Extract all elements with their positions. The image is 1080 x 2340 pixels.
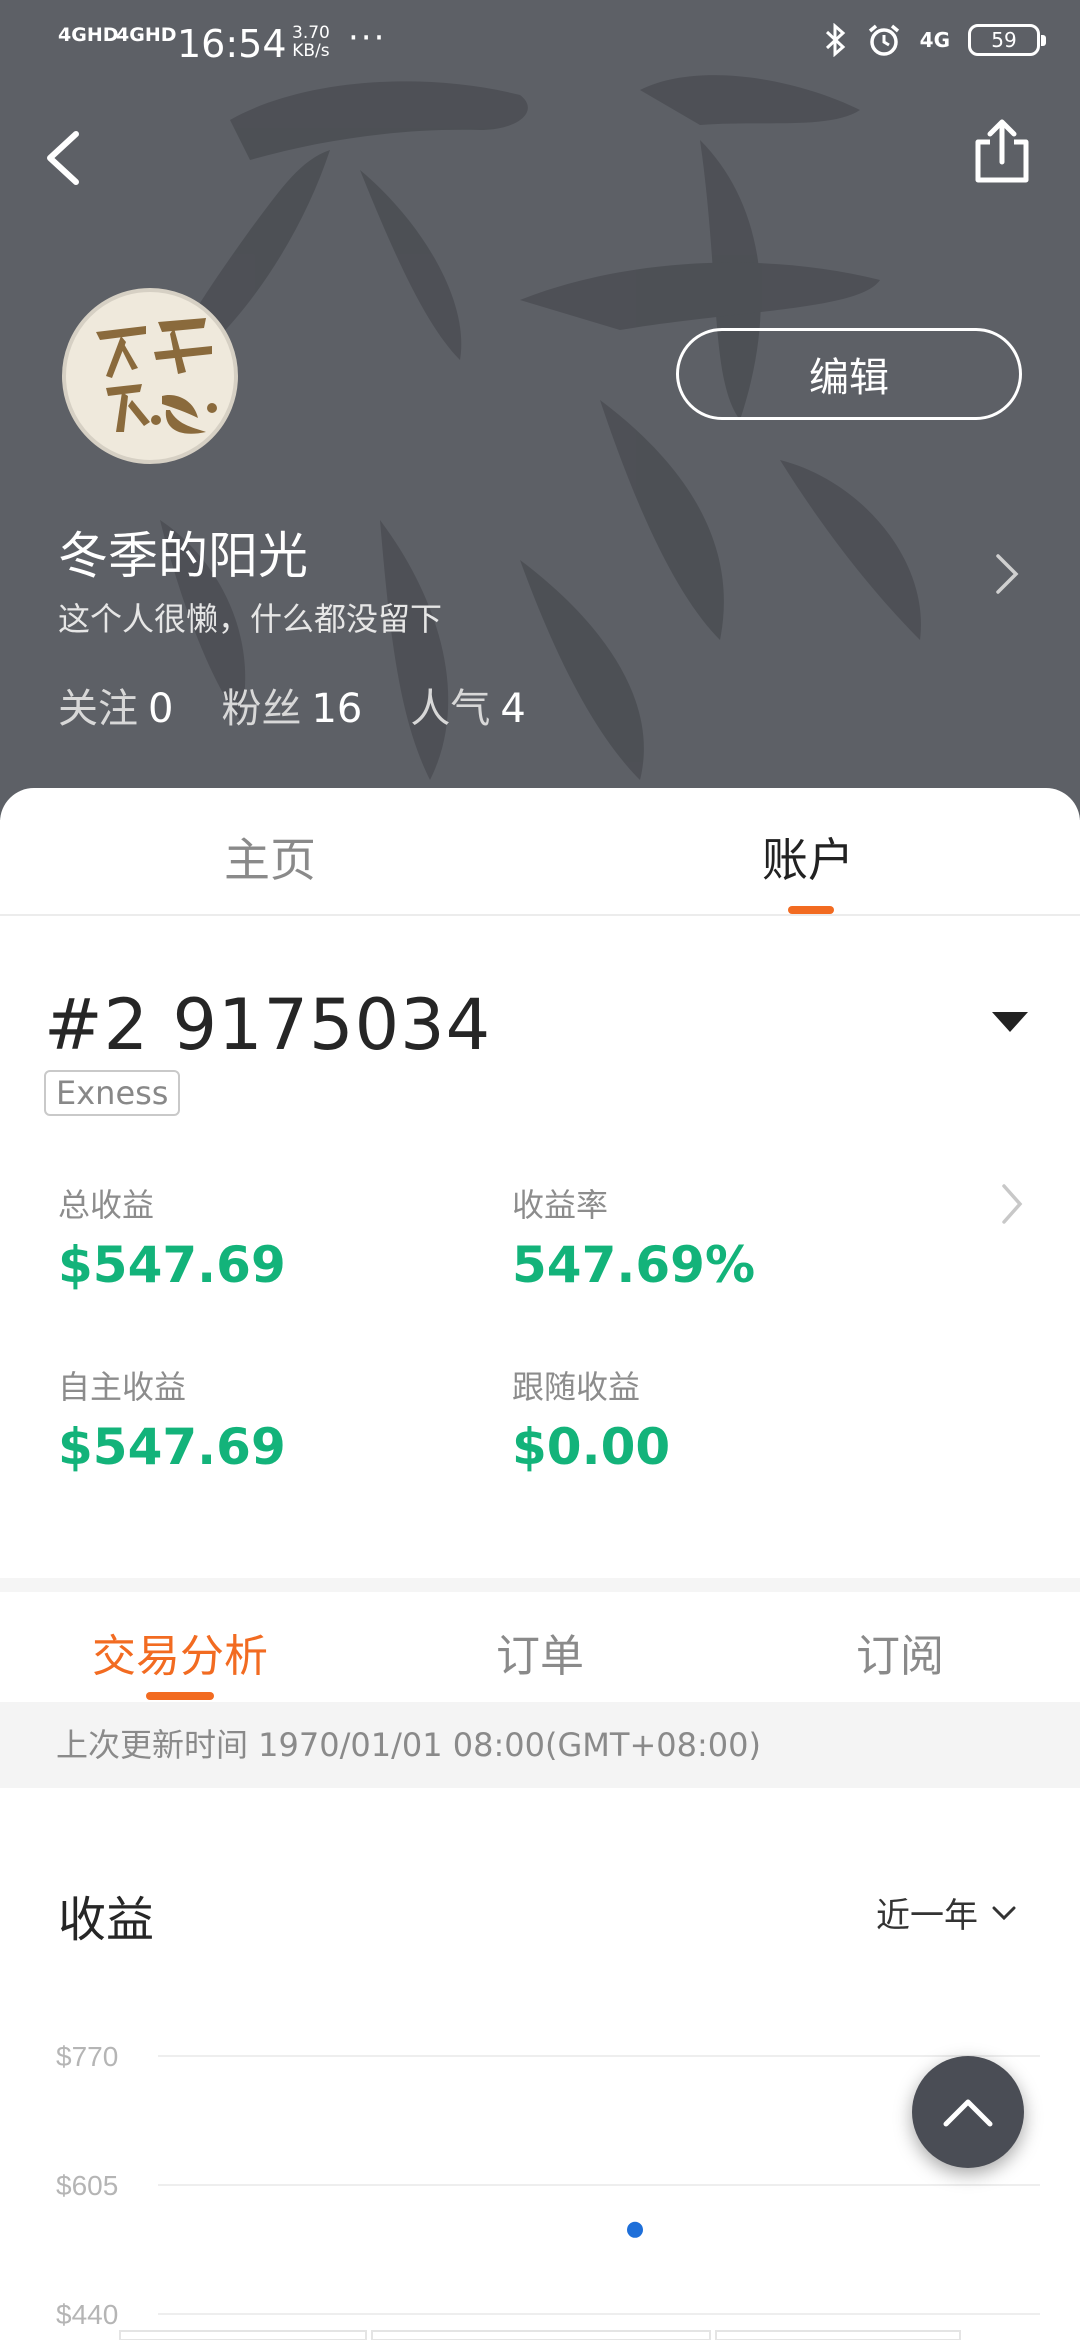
stat-label: 粉丝 — [221, 686, 302, 732]
tab-home[interactable]: 主页 — [224, 824, 316, 890]
chevron-right-icon[interactable] — [994, 552, 1020, 596]
chevron-right-icon[interactable] — [1000, 1182, 1024, 1226]
signal-1-indicator: 4GHD — [58, 24, 119, 46]
calligraphy-avatar-icon — [96, 318, 217, 434]
chart-bar-segment — [119, 2330, 367, 2340]
chevron-down-icon — [992, 1906, 1016, 1920]
chart-point[interactable] — [627, 2221, 643, 2238]
follow-profit-value: $0.00 — [512, 1418, 671, 1476]
stat-value: 4 — [500, 686, 526, 732]
broker-badge: Exness — [44, 1070, 181, 1116]
chevron-up-icon — [943, 2099, 993, 2127]
tab-subscriptions[interactable]: 订阅 — [856, 1620, 944, 1684]
tab-account[interactable]: 账户 — [762, 824, 854, 890]
alarm-icon — [868, 24, 899, 56]
battery-icon: 59 — [968, 24, 1046, 56]
network-speed: 3.70 KB/s — [292, 24, 330, 60]
signal-1-label: 4GHD — [58, 24, 119, 46]
income-chart: $770 $605 $440 — [56, 2041, 1040, 2340]
network-type: 4G — [919, 28, 950, 52]
status-bar: 4GHD 4GHD 16:54 3.70 KB/s ··· 4G 59 — [0, 18, 1080, 82]
total-profit-value: $547.69 — [58, 1236, 286, 1294]
self-profit-value: $547.69 — [58, 1418, 286, 1476]
username: 冬季的阳光 — [58, 527, 308, 585]
stat-following[interactable]: 关注 0 — [58, 676, 173, 734]
scroll-to-top-button[interactable] — [912, 2056, 1024, 2168]
profile-stats: 关注 0 粉丝 16 人气 4 — [58, 676, 526, 734]
tab-orders[interactable]: 订单 — [496, 1620, 584, 1684]
edit-profile-button[interactable]: 编辑 — [676, 328, 1022, 420]
last-update-text: 上次更新时间 1970/01/01 08:00(GMT+08:00) — [56, 1726, 761, 1764]
battery-level: 59 — [991, 28, 1017, 52]
profit-rate-value: 547.69% — [512, 1236, 756, 1294]
income-section-title: 收益 — [58, 1892, 155, 1948]
stat-followers[interactable]: 粉丝 16 — [221, 676, 362, 734]
active-subtab-indicator — [146, 1692, 214, 1700]
profit-rate-label: 收益率 — [512, 1186, 609, 1224]
stat-label: 人气 — [410, 686, 491, 732]
back-icon[interactable] — [36, 122, 92, 194]
more-notifications-icon: ··· — [348, 18, 387, 58]
stat-popularity[interactable]: 人气 4 — [410, 676, 525, 734]
signal-2-label: 4GHD — [116, 24, 177, 46]
tab-trade-analysis[interactable]: 交易分析 — [92, 1620, 268, 1684]
caret-down-icon[interactable] — [990, 1010, 1030, 1034]
chart-bottom-strip — [119, 2330, 961, 2340]
active-tab-indicator — [788, 906, 834, 914]
y-tick-label: $770 — [56, 2041, 118, 2072]
stat-label: 关注 — [58, 686, 138, 732]
y-tick-label: $440 — [56, 2299, 118, 2330]
self-profit-label: 自主收益 — [58, 1368, 187, 1406]
avatar[interactable] — [62, 288, 238, 464]
period-select-value: 近一年 — [876, 1896, 978, 1936]
last-update-bar: 上次更新时间 1970/01/01 08:00(GMT+08:00) — [0, 1702, 1080, 1788]
speed-value: 3.70 — [292, 23, 330, 43]
status-right: 4G 59 — [824, 22, 1046, 58]
chart-bar-segment — [371, 2330, 711, 2340]
chart-bar-segment — [715, 2330, 961, 2340]
stat-value: 0 — [148, 686, 174, 732]
speed-unit: KB/s — [292, 41, 330, 61]
share-icon[interactable] — [970, 116, 1034, 188]
total-profit-label: 总收益 — [58, 1186, 155, 1224]
section-divider — [0, 1578, 1080, 1592]
bluetooth-icon — [825, 23, 845, 57]
follow-profit-label: 跟随收益 — [512, 1368, 641, 1406]
y-tick-label: $605 — [56, 2170, 118, 2201]
main-tabs: 主页 账户 — [0, 788, 1080, 916]
account-number: #2 9175034 — [44, 984, 492, 1066]
period-select[interactable]: 近一年 — [876, 1888, 1016, 1937]
user-bio: 这个人很懒，什么都没留下 — [58, 600, 443, 638]
stat-value: 16 — [311, 686, 363, 732]
profile-header: 4GHD 4GHD 16:54 3.70 KB/s ··· 4G 59 编辑 冬… — [0, 0, 1080, 820]
signal-2-indicator: 4GHD — [116, 24, 177, 46]
clock: 16:54 — [177, 22, 287, 66]
